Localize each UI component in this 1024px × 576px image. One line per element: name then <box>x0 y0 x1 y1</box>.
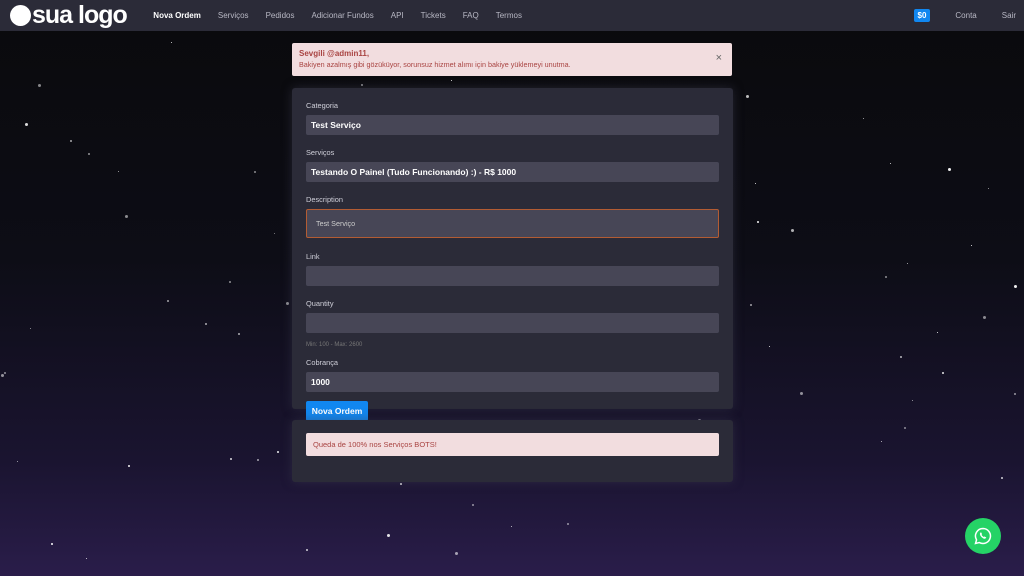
nav-sair[interactable]: Sair <box>1002 11 1016 20</box>
star <box>755 183 756 184</box>
star <box>257 459 259 461</box>
star <box>942 372 944 374</box>
star <box>88 153 90 155</box>
star <box>118 171 119 172</box>
star <box>907 263 908 264</box>
nav-tickets[interactable]: Tickets <box>421 11 446 20</box>
star <box>286 302 289 305</box>
description-box: Test Serviço <box>306 209 719 238</box>
star <box>948 168 951 171</box>
quantity-help: Min: 100 - Max: 2600 <box>306 342 719 348</box>
nav-api[interactable]: API <box>391 11 404 20</box>
star <box>254 171 256 173</box>
star <box>38 84 41 87</box>
star <box>51 543 53 545</box>
star <box>277 451 279 453</box>
star <box>750 304 752 306</box>
navbar: sua logo Nova Ordem Serviços Pedidos Adi… <box>0 0 1024 31</box>
star <box>885 276 887 278</box>
star <box>900 356 902 358</box>
balance-badge[interactable]: $0 <box>914 9 931 22</box>
star <box>230 458 232 460</box>
star <box>791 229 794 232</box>
star <box>70 140 72 142</box>
quantity-input[interactable] <box>306 313 719 333</box>
star <box>1001 477 1003 479</box>
star <box>746 95 749 98</box>
star <box>890 163 891 164</box>
star <box>4 372 6 374</box>
star <box>800 392 803 395</box>
star <box>1 374 4 377</box>
charge-input: 1000 <box>306 372 719 392</box>
star <box>306 549 308 551</box>
star <box>451 80 452 81</box>
alert-message: Bakiyen azalmış gibi gözüküyor, sorunsuz… <box>299 60 571 69</box>
star <box>881 441 882 442</box>
charge-label: Cobrança <box>306 358 719 367</box>
logo-text: sua logo <box>32 1 127 30</box>
star <box>361 84 363 86</box>
star <box>400 483 402 485</box>
notice-card: Queda de 100% nos Serviços BOTS! <box>292 420 733 482</box>
notice-alert: Queda de 100% nos Serviços BOTS! <box>306 433 719 456</box>
link-input[interactable] <box>306 266 719 286</box>
star <box>511 526 512 527</box>
star <box>125 215 128 218</box>
whatsapp-icon <box>974 527 992 545</box>
close-icon[interactable]: × <box>716 52 722 64</box>
star <box>238 333 240 335</box>
whatsapp-button[interactable] <box>965 518 1001 554</box>
star <box>17 461 18 462</box>
star <box>167 300 169 302</box>
star <box>904 427 906 429</box>
star <box>983 316 986 319</box>
star <box>229 281 231 283</box>
nav-servicos[interactable]: Serviços <box>218 11 249 20</box>
quantity-label: Quantity <box>306 299 719 308</box>
star <box>86 558 87 559</box>
star <box>171 42 172 43</box>
star <box>387 534 390 537</box>
link-label: Link <box>306 252 719 261</box>
star <box>274 233 275 234</box>
star <box>863 118 864 119</box>
nav-adicionar-fundos[interactable]: Adicionar Fundos <box>311 11 373 20</box>
star <box>30 328 31 329</box>
alert-title: Sevgili @admin11, <box>299 49 725 58</box>
star <box>455 552 458 555</box>
category-label: Categoria <box>306 101 719 110</box>
star <box>1014 393 1016 395</box>
star <box>128 465 130 467</box>
star <box>988 188 989 189</box>
logo-circle-icon <box>10 5 31 26</box>
star <box>1014 285 1017 288</box>
star <box>912 400 913 401</box>
logo[interactable]: sua logo <box>10 1 127 30</box>
description-label: Description <box>306 195 719 204</box>
category-select[interactable]: Test Serviço <box>306 115 719 135</box>
nav-pedidos[interactable]: Pedidos <box>266 11 295 20</box>
star <box>971 245 972 246</box>
order-form: Categoria Test Serviço Serviços Testando… <box>292 88 733 409</box>
star <box>205 323 207 325</box>
service-select[interactable]: Testando O Painel (Tudo Funcionando) :) … <box>306 162 719 182</box>
nav-conta[interactable]: Conta <box>955 11 976 20</box>
star <box>757 221 759 223</box>
star <box>567 523 569 525</box>
service-label: Serviços <box>306 148 719 157</box>
star <box>769 346 770 347</box>
nav-nova-ordem[interactable]: Nova Ordem <box>153 11 201 20</box>
star <box>472 504 474 506</box>
nav-termos[interactable]: Termos <box>496 11 522 20</box>
nav-faq[interactable]: FAQ <box>463 11 479 20</box>
low-balance-alert: Sevgili @admin11, Bakiyen azalmış gibi g… <box>292 43 732 76</box>
submit-order-button[interactable]: Nova Ordem <box>306 401 368 421</box>
star <box>25 123 28 126</box>
star <box>937 332 938 333</box>
